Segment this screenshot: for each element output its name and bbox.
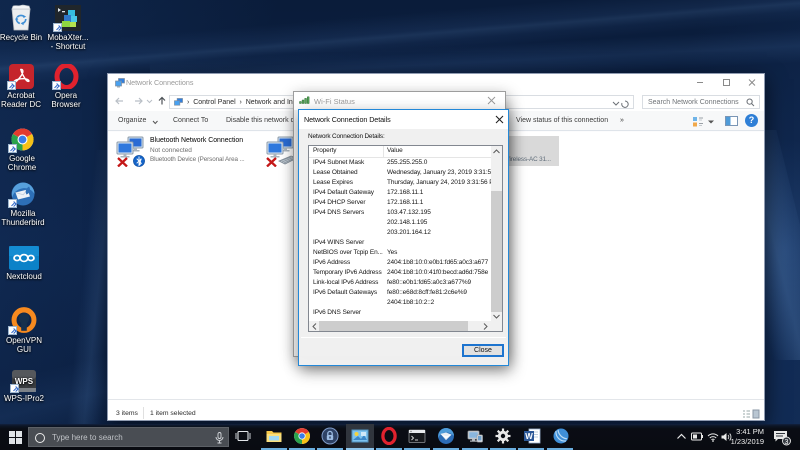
svg-text:3: 3 bbox=[785, 439, 789, 446]
svg-text:W: W bbox=[525, 432, 533, 441]
